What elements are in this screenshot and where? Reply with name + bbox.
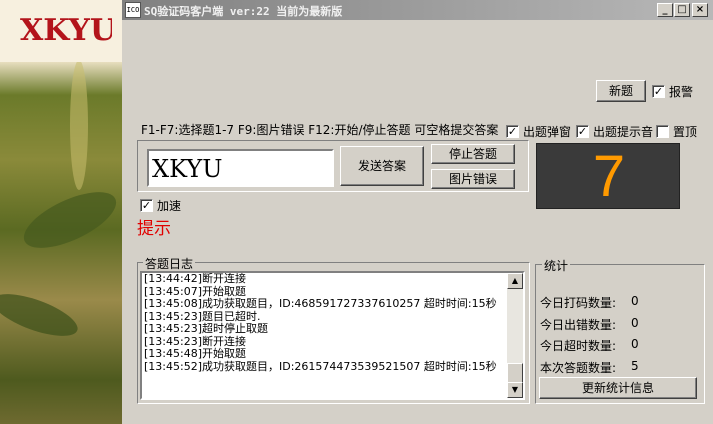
xkyu-logo: XKYU: [20, 13, 112, 48]
speedup-checkbox[interactable]: ✓ 加速: [140, 197, 181, 214]
stat-label: 本次答题数量:: [540, 361, 617, 375]
minimize-button[interactable]: _: [657, 3, 673, 17]
logo-area: XKYU: [0, 0, 122, 62]
log-line: [13:45:52]成功获取题目，ID:261574473539521507 超…: [144, 359, 497, 373]
app-icon: ICO: [125, 2, 141, 18]
log-line: [13:45:48]开始取题: [144, 347, 246, 360]
speedup-label: 加速: [157, 199, 182, 213]
window-title: SQ验证码客户端 ver:22 当前为最新版: [144, 5, 343, 18]
title-bar[interactable]: ICO SQ验证码客户端 ver:22 当前为最新版 _ □ ×: [122, 0, 713, 20]
topmost-check-box[interactable]: [656, 125, 669, 138]
new-question-button[interactable]: 新题: [596, 80, 646, 102]
log-scrollbar[interactable]: ▲ ▼: [507, 273, 523, 398]
log-title: 答题日志: [143, 255, 196, 272]
stat-label: 今日超时数量:: [540, 339, 617, 353]
question-number-display: 7: [536, 143, 680, 209]
leaf-decoration: [16, 180, 122, 260]
topmost-checkbox[interactable]: 置顶: [656, 123, 697, 140]
popup-label: 出题弹窗: [523, 125, 572, 139]
stat-label: 今日出错数量:: [540, 318, 617, 332]
alarm-checkbox[interactable]: ✓ 报警: [652, 83, 693, 100]
leaf-decoration: [0, 285, 83, 345]
send-answer-button[interactable]: 发送答案: [340, 146, 424, 186]
scroll-thumb[interactable]: [507, 363, 523, 383]
popup-checkbox[interactable]: ✓ 出题弹窗: [506, 123, 571, 140]
sound-label: 出题提示音: [593, 125, 654, 139]
image-error-button[interactable]: 图片错误: [431, 169, 515, 189]
scroll-up-icon[interactable]: ▲: [507, 273, 523, 289]
stat-label: 今日打码数量:: [540, 296, 617, 310]
stat-value: 5: [631, 359, 639, 373]
side-banner-image: XKYU: [0, 0, 122, 424]
log-list[interactable]: [13:44:42]断开连接 [13:45:07]开始取题 [13:45:08]…: [140, 271, 525, 400]
log-line: [13:45:08]成功获取题目，ID:468591727337610257 超…: [144, 297, 497, 310]
speedup-check-box[interactable]: ✓: [140, 199, 153, 212]
maximize-button[interactable]: □: [674, 3, 690, 17]
alarm-label: 报警: [669, 85, 694, 99]
svg-text:XKYU: XKYU: [20, 13, 112, 48]
close-button[interactable]: ×: [692, 3, 708, 17]
scroll-down-icon[interactable]: ▼: [507, 382, 523, 398]
log-line: [13:44:42]断开连接: [144, 272, 246, 285]
sound-check-box[interactable]: ✓: [576, 125, 589, 138]
topmost-label: 置顶: [673, 125, 698, 139]
hotkey-hint: F1-F7:选择题1-7 F9:图片错误 F12:开始/停止答题 可空格提交答案: [141, 123, 499, 137]
question-number: 7: [592, 144, 626, 209]
log-line: [13:45:23]超时停止取题: [144, 322, 268, 335]
stat-value: 0: [631, 337, 639, 351]
answer-input[interactable]: XKYU: [147, 149, 334, 187]
alarm-check-box[interactable]: ✓: [652, 85, 665, 98]
stat-value: 0: [631, 294, 639, 308]
stat-value: 0: [631, 316, 639, 330]
sound-checkbox[interactable]: ✓ 出题提示音: [576, 123, 653, 140]
wheat-stalk-decoration: [70, 60, 88, 190]
popup-check-box[interactable]: ✓: [506, 125, 519, 138]
stop-answering-button[interactable]: 停止答题: [431, 144, 515, 164]
stats-title: 统计: [542, 257, 571, 274]
tip-text: 提示: [137, 219, 171, 239]
refresh-stats-button[interactable]: 更新统计信息: [539, 377, 697, 399]
